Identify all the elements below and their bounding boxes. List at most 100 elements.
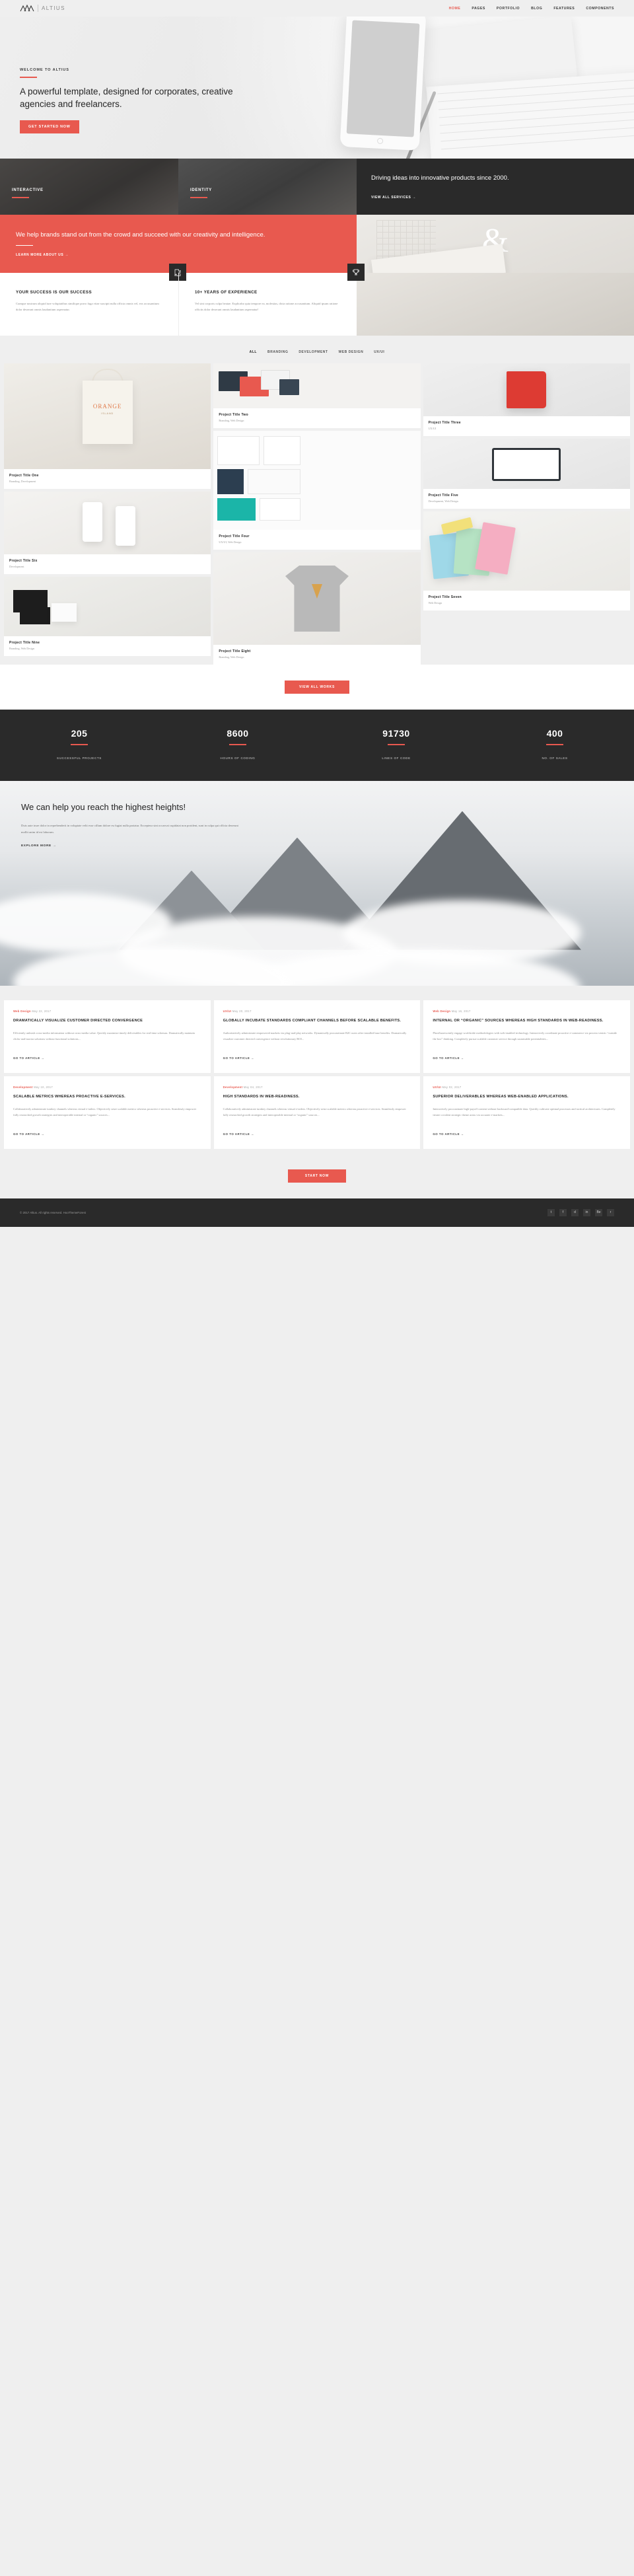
filter-ux-ui[interactable]: UX/UI	[374, 350, 384, 354]
project-category: Branding, Web Design	[219, 655, 244, 659]
post-date: May 22, 2017	[32, 1009, 52, 1013]
twitter-icon[interactable]: t	[547, 1208, 555, 1216]
service-tile-identity[interactable]: IDENTITY	[178, 159, 357, 215]
service-tile-label: IDENTITY	[190, 188, 212, 193]
go-to-article-link[interactable]: GO TO ARTICLE →	[433, 1056, 464, 1060]
portfolio-item[interactable]: Project Title Two Branding, Web Design	[213, 363, 421, 428]
portfolio-item[interactable]: ORANGE ISLAND Project Title One Branding,…	[4, 363, 211, 489]
blog-post[interactable]: Web Design May 22, 2017 DRAMATICALLY VIS…	[4, 1000, 211, 1073]
mountain-text: Duis aute irure dolor in reprehenderit i…	[21, 824, 238, 834]
social-links: t f d in Be r	[547, 1208, 614, 1216]
post-category: UX/UI	[223, 1009, 232, 1013]
go-to-article-link[interactable]: GO TO ARTICLE →	[223, 1132, 254, 1136]
accent-rule	[20, 77, 37, 78]
project-thumbnail	[423, 363, 630, 416]
feature-title: 10+ YEARS OF EXPERIENCE	[195, 290, 258, 295]
stat-label: NO. OF SALES	[542, 756, 568, 760]
blog-post[interactable]: UX/UI May 02, 2017 SUPERIOR DELIVERABLES…	[423, 1076, 631, 1149]
post-title: INTERNAL OR “ORGANIC” SOURCES WHEREAS HI…	[433, 1018, 604, 1023]
portfolio-item[interactable]: Project Title Eight Branding, Web Design	[213, 552, 421, 665]
post-meta: Development May 10, 2017	[13, 1086, 201, 1089]
project-category: Branding, Development	[9, 480, 36, 483]
feature-text: Vel sint corporis culpa beatae. Explicab…	[195, 302, 338, 312]
feature-card: 10+ YEARS OF EXPERIENCE Vel sint corpori…	[178, 264, 365, 336]
post-category: Development	[223, 1085, 243, 1089]
project-title: Project Title Nine	[9, 641, 40, 645]
nav-item-features[interactable]: FEATURES	[553, 7, 575, 11]
rss-icon[interactable]: r	[607, 1208, 614, 1216]
view-all-services-link[interactable]: VIEW ALL SERVICES →	[371, 196, 619, 200]
stat-value: 205	[71, 728, 88, 739]
accent-rule	[12, 197, 29, 198]
blog-post[interactable]: Development May 10, 2017 SCALABLE METRIC…	[4, 1076, 211, 1149]
hero-eyebrow: WELCOME TO ALTIUS	[20, 68, 69, 72]
blog-post[interactable]: Development May 04, 2017 HIGH STANDARDS …	[213, 1076, 421, 1149]
nav-item-home[interactable]: HOME	[449, 7, 461, 11]
portfolio-filters: ALL BRANDING DEVELOPMENT WEB DESIGN UX/U…	[0, 336, 634, 363]
stat-item: 91730 LINES OF CODE	[317, 728, 476, 762]
facebook-icon[interactable]: f	[559, 1208, 567, 1216]
portfolio-item[interactable]: Project Title Nine Branding, Web Design	[4, 577, 211, 656]
nav-item-components[interactable]: COMPONENTS	[586, 7, 614, 11]
post-meta: UX/UI May 02, 2017	[433, 1086, 621, 1089]
accent-rule	[190, 197, 207, 198]
go-to-article-link[interactable]: GO TO ARTICLE →	[13, 1056, 44, 1060]
behance-icon[interactable]: Be	[595, 1208, 602, 1216]
nav-item-pages[interactable]: PAGES	[472, 7, 485, 11]
project-title: Project Title Two	[219, 413, 248, 417]
stat-value: 91730	[382, 728, 410, 739]
project-category: Web Design	[428, 601, 442, 605]
hero-section: WELCOME TO ALTIUS A powerful template, d…	[0, 17, 634, 159]
project-category: Development, Web Design	[428, 499, 458, 503]
filter-development[interactable]: DEVELOPMENT	[299, 350, 328, 354]
get-started-button[interactable]: GET STARTED NOW	[20, 120, 79, 133]
nav-item-blog[interactable]: BLOG	[531, 7, 542, 11]
accent-rule	[388, 744, 405, 745]
hero-title: A powerful template, designed for corpor…	[20, 86, 233, 110]
feature-text: Cumque nostrum aliquid iure voluptatibus…	[16, 302, 159, 312]
blog-row: Development May 10, 2017 SCALABLE METRIC…	[4, 1076, 631, 1149]
stat-item: 205 SUCCESSFUL PROJECTS	[0, 728, 158, 762]
view-all-works-button[interactable]: VIEW ALL WORKS	[285, 681, 349, 694]
project-category: Branding, Web Design	[219, 419, 244, 422]
portfolio-item[interactable]: Project Title Three UX/UI	[423, 363, 630, 436]
post-meta: Development May 04, 2017	[223, 1086, 411, 1089]
filter-web-design[interactable]: WEB DESIGN	[339, 350, 364, 354]
start-now-button[interactable]: START NOW	[287, 1169, 347, 1183]
project-thumbnail	[4, 492, 211, 554]
portfolio-grid: ORANGE ISLAND Project Title One Branding,…	[0, 363, 634, 665]
portfolio-item[interactable]: Project Title Five Development, Web Desi…	[423, 439, 630, 509]
go-to-article-link[interactable]: GO TO ARTICLE →	[223, 1056, 254, 1060]
dribbble-icon[interactable]: d	[571, 1208, 579, 1216]
explore-more-link[interactable]: EXPLORE MORE →	[21, 844, 56, 848]
nav-item-portfolio[interactable]: PORTFOLIO	[497, 7, 520, 11]
post-excerpt: Collaboratively administrate turnkey cha…	[223, 1107, 406, 1117]
post-date: May 10, 2017	[34, 1085, 53, 1089]
linkedin-icon[interactable]: in	[583, 1208, 590, 1216]
post-title: HIGH STANDARDS IN WEB-READINESS.	[223, 1094, 300, 1099]
post-category: Web Design	[13, 1009, 31, 1013]
portfolio-item[interactable]: Project Title Four UX/UI, Web Design	[213, 431, 421, 550]
filter-all[interactable]: ALL	[250, 350, 257, 354]
brand-name: ALTIUS	[42, 5, 65, 11]
learn-more-link[interactable]: LEARN MORE ABOUT US →	[16, 253, 341, 257]
blog-post[interactable]: UX/UI May 20, 2017 GLOBALLY INCUBATE STA…	[213, 1000, 421, 1073]
portfolio-item[interactable]: Project Title Six Development	[4, 492, 211, 574]
portfolio-item[interactable]: Project Title Seven Web Design	[423, 511, 630, 610]
post-date: May 20, 2017	[232, 1009, 252, 1013]
stat-item: 8600 HOURS OF CODING	[158, 728, 317, 762]
ampersand-photo: &	[357, 215, 634, 273]
project-title: Project Title One	[9, 474, 39, 478]
blog-section: Web Design May 22, 2017 DRAMATICALLY VIS…	[0, 985, 634, 1164]
features-row: YOUR SUCCESS IS OUR SUCCESS Cumque nostr…	[0, 264, 634, 336]
post-excerpt: Phosfluorescently engage worldwide metho…	[433, 1031, 617, 1041]
brand-logo[interactable]: ALTIUS	[20, 5, 65, 12]
filter-branding[interactable]: BRANDING	[267, 350, 288, 354]
service-tile-interactive[interactable]: INTERACTIVE	[0, 159, 178, 215]
mountain-copy: We can help you reach the highest height…	[21, 801, 239, 850]
go-to-article-link[interactable]: GO TO ARTICLE →	[13, 1132, 44, 1136]
blog-post[interactable]: Web Design May 16, 2017 INTERNAL OR “ORG…	[423, 1000, 631, 1073]
features-photo	[357, 273, 634, 336]
mountain-title: We can help you reach the highest height…	[21, 801, 186, 812]
go-to-article-link[interactable]: GO TO ARTICLE →	[433, 1132, 464, 1136]
